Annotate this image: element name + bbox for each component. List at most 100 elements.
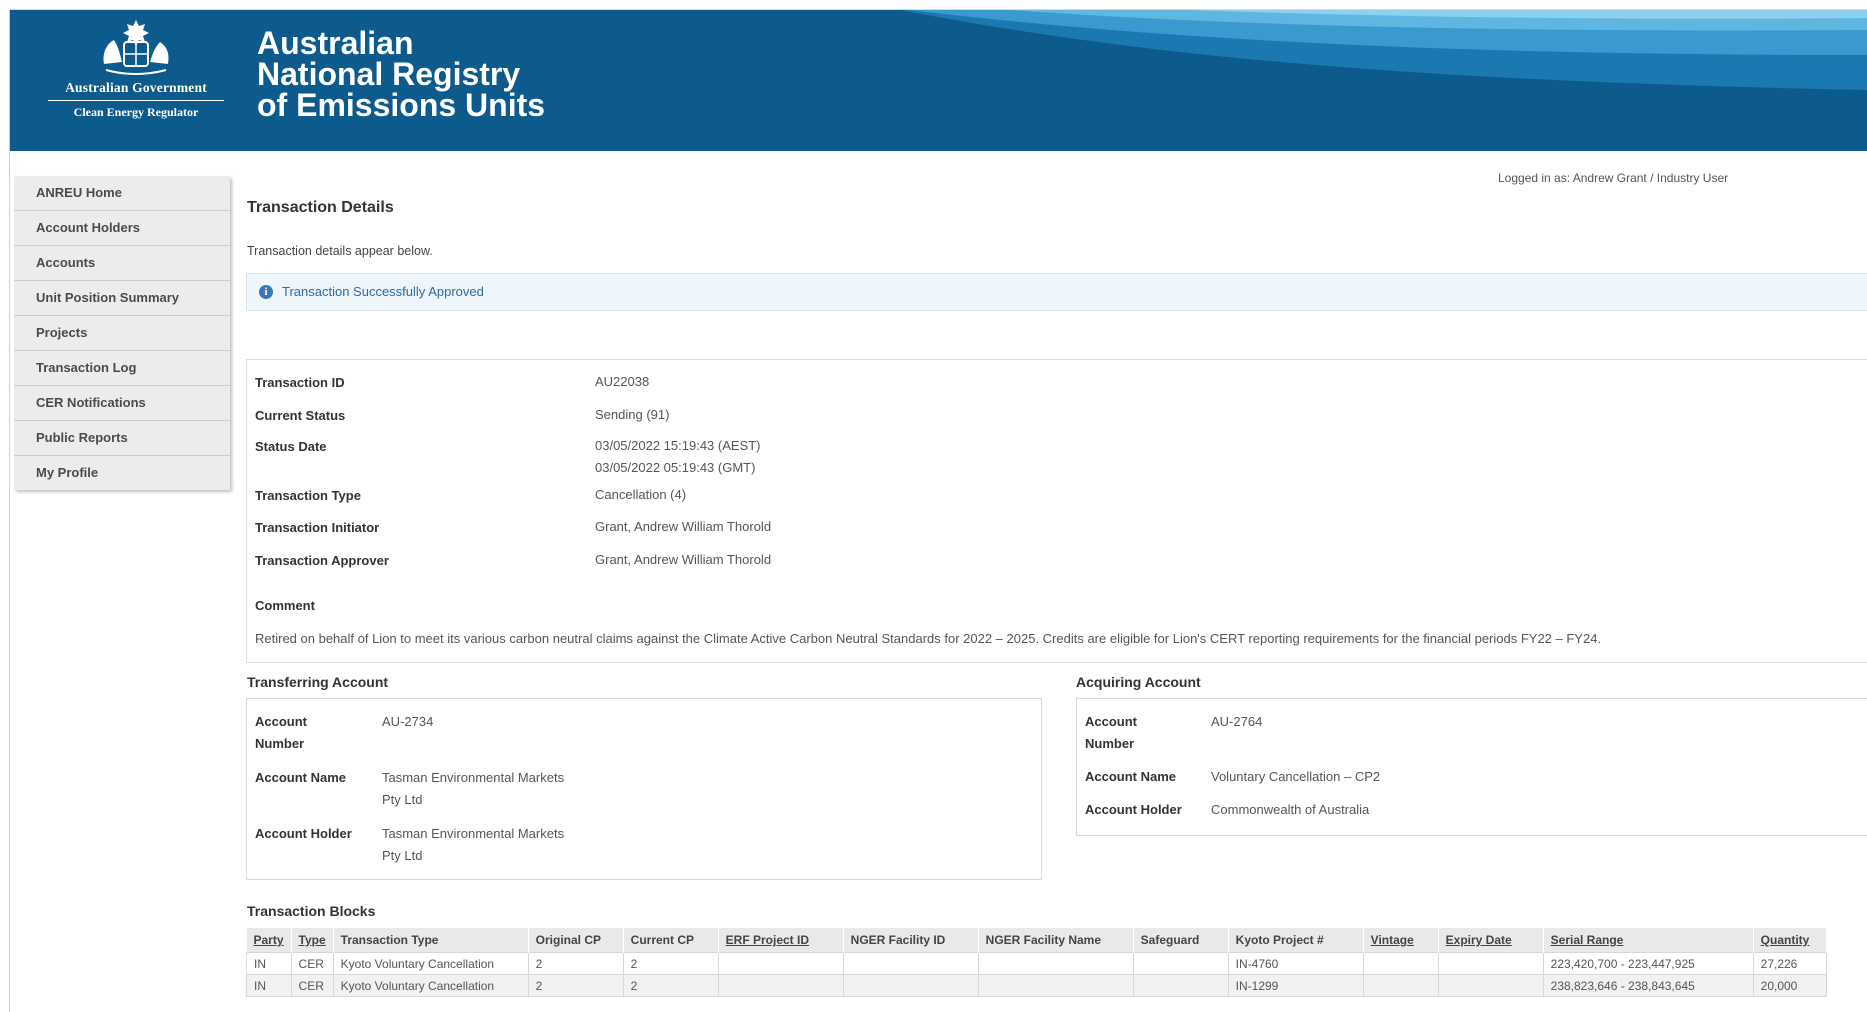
- account-number-label-line-1: Account: [255, 714, 307, 729]
- table-row: IN CER Kyoto Voluntary Cancellation 2 2 …: [246, 952, 1827, 975]
- column-header-nger-facility-id: NGER Facility ID: [843, 928, 979, 953]
- cell-type: CER: [290, 974, 334, 997]
- transaction-details-panel: Transaction ID AU22038 Current Status Se…: [246, 359, 1867, 663]
- table-header-row: Party Type Transaction Type Original CP …: [246, 928, 1827, 953]
- cell-original-cp: 2: [527, 952, 624, 975]
- cell-nger-facility-name: [977, 974, 1134, 997]
- cell-quantity: 20,000: [1752, 974, 1827, 997]
- acquiring-account-number-value: AU-2764: [1211, 714, 1263, 729]
- account-name-line-2: Pty Ltd: [382, 792, 423, 807]
- acquiring-account-holder-label: Account Holder: [1085, 802, 1182, 817]
- comment-label: Comment: [255, 598, 315, 613]
- transferring-account-holder-label: Account Holder: [255, 826, 352, 841]
- comment-value: Retired on behalf of Lion to meet its va…: [255, 631, 1602, 646]
- cell-nger-facility-id: [842, 974, 979, 997]
- cell-original-cp: 2: [527, 974, 624, 997]
- column-header-original-cp: Original CP: [528, 928, 624, 953]
- transferring-account-number-value: AU-2734: [382, 714, 434, 729]
- account-number-label-line-2: Number: [1085, 736, 1135, 751]
- sidebar-item-my-profile[interactable]: My Profile: [14, 456, 230, 490]
- account-number-label-line-1: Account: [1085, 714, 1137, 729]
- column-header-party[interactable]: Party: [246, 928, 292, 953]
- site-banner: Australian Government Clean Energy Regul…: [10, 10, 1867, 151]
- cell-kyoto-project: IN-1299: [1227, 974, 1364, 997]
- transferring-account-number-label: Account Number: [255, 711, 307, 755]
- cell-safeguard: [1132, 974, 1229, 997]
- sidebar-nav: ANREU Home Account Holders Accounts Unit…: [14, 176, 230, 490]
- transaction-type-label: Transaction Type: [255, 488, 361, 503]
- column-header-transaction-type: Transaction Type: [333, 928, 529, 953]
- logged-in-indicator: Logged in as: Andrew Grant / Industry Us…: [1498, 171, 1728, 185]
- transaction-id-value: AU22038: [595, 374, 650, 389]
- sidebar-item-accounts[interactable]: Accounts: [14, 246, 230, 281]
- sidebar-item-public-reports[interactable]: Public Reports: [14, 421, 230, 456]
- cell-quantity: 27,226: [1752, 952, 1827, 975]
- transaction-approver-label: Transaction Approver: [255, 553, 389, 568]
- cell-party: IN: [246, 952, 292, 975]
- column-header-erf-project-id[interactable]: ERF Project ID: [718, 928, 844, 953]
- transaction-initiator-value: Grant, Andrew William Thorold: [595, 519, 772, 534]
- account-holder-line-2: Pty Ltd: [382, 848, 423, 863]
- column-header-type[interactable]: Type: [291, 928, 334, 953]
- transferring-account-name-value: Tasman Environmental Markets Pty Ltd: [382, 767, 564, 811]
- page-title: Transaction Details: [247, 199, 394, 216]
- transaction-id-label: Transaction ID: [255, 375, 345, 390]
- logo-divider: [48, 100, 224, 101]
- sidebar-item-anreu-home[interactable]: ANREU Home: [14, 176, 230, 211]
- cell-nger-facility-id: [842, 952, 979, 975]
- site-title-line-1: Australian: [257, 25, 414, 61]
- acquiring-account-heading: Acquiring Account: [1076, 674, 1201, 690]
- government-name: Australian Government: [65, 80, 207, 95]
- transferring-account-box: Account Number AU-2734 Account Name Tasm…: [246, 698, 1042, 880]
- logged-in-label: Logged in as:: [1498, 171, 1571, 185]
- page-subtitle: Transaction details appear below.: [247, 244, 433, 258]
- acquiring-account-box: Account Number AU-2764 Account Name Volu…: [1076, 698, 1867, 836]
- sidebar-item-unit-position-summary[interactable]: Unit Position Summary: [14, 281, 230, 316]
- alert-message: Transaction Successfully Approved: [282, 284, 484, 299]
- current-status-label: Current Status: [255, 408, 346, 423]
- column-header-quantity[interactable]: Quantity: [1753, 928, 1827, 953]
- status-date-value-aest: 03/05/2022 15:19:43 (AEST): [595, 438, 761, 453]
- column-header-kyoto-project: Kyoto Project #: [1228, 928, 1364, 953]
- transaction-approver-value: Grant, Andrew William Thorold: [595, 552, 772, 567]
- sidebar-item-projects[interactable]: Projects: [14, 316, 230, 351]
- sidebar-item-cer-notifications[interactable]: CER Notifications: [14, 386, 230, 421]
- transaction-blocks-table: Party Type Transaction Type Original CP …: [246, 928, 1827, 997]
- cell-current-cp: 2: [622, 952, 719, 975]
- column-header-safeguard: Safeguard: [1133, 928, 1229, 953]
- cell-expiry-date: [1437, 974, 1544, 997]
- cell-serial-range: 223,420,700 - 223,447,925: [1542, 952, 1754, 975]
- site-title-line-2: National Registry: [257, 56, 521, 92]
- cell-transaction-type: Kyoto Voluntary Cancellation: [332, 974, 529, 997]
- column-header-vintage[interactable]: Vintage: [1363, 928, 1439, 953]
- site-title[interactable]: Australian National Registry of Emission…: [257, 25, 546, 123]
- cell-nger-facility-name: [977, 952, 1134, 975]
- cell-safeguard: [1132, 952, 1229, 975]
- cell-current-cp: 2: [622, 974, 719, 997]
- transferring-account-name-label: Account Name: [255, 770, 347, 785]
- current-status-value: Sending (91): [595, 407, 670, 422]
- cell-expiry-date: [1437, 952, 1544, 975]
- cell-kyoto-project: IN-4760: [1227, 952, 1364, 975]
- success-alert: i Transaction Successfully Approved: [246, 273, 1867, 311]
- coat-of-arms-icon: [103, 20, 169, 75]
- column-header-current-cp: Current CP: [623, 928, 719, 953]
- cell-erf-project-id: [717, 974, 844, 997]
- sidebar-item-account-holders[interactable]: Account Holders: [14, 211, 230, 246]
- transferring-account-heading: Transferring Account: [247, 674, 389, 690]
- transaction-initiator-label: Transaction Initiator: [255, 520, 380, 535]
- account-name-line-1: Tasman Environmental Markets: [382, 770, 565, 785]
- acquiring-account-name-value: Voluntary Cancellation – CP2: [1211, 769, 1381, 784]
- column-header-serial-range[interactable]: Serial Range: [1543, 928, 1754, 953]
- cell-vintage: [1362, 974, 1439, 997]
- transaction-blocks-heading: Transaction Blocks: [247, 903, 376, 919]
- column-header-expiry-date[interactable]: Expiry Date: [1438, 928, 1544, 953]
- cell-transaction-type: Kyoto Voluntary Cancellation: [332, 952, 529, 975]
- government-logo[interactable]: Australian Government Clean Energy Regul…: [36, 16, 236, 136]
- site-title-line-3: of Emissions Units: [257, 87, 546, 123]
- transaction-type-value: Cancellation (4): [595, 487, 687, 502]
- cell-vintage: [1362, 952, 1439, 975]
- acquiring-account-name-label: Account Name: [1085, 769, 1177, 784]
- sidebar-item-transaction-log[interactable]: Transaction Log: [14, 351, 230, 386]
- table-row: IN CER Kyoto Voluntary Cancellation 2 2 …: [246, 974, 1827, 997]
